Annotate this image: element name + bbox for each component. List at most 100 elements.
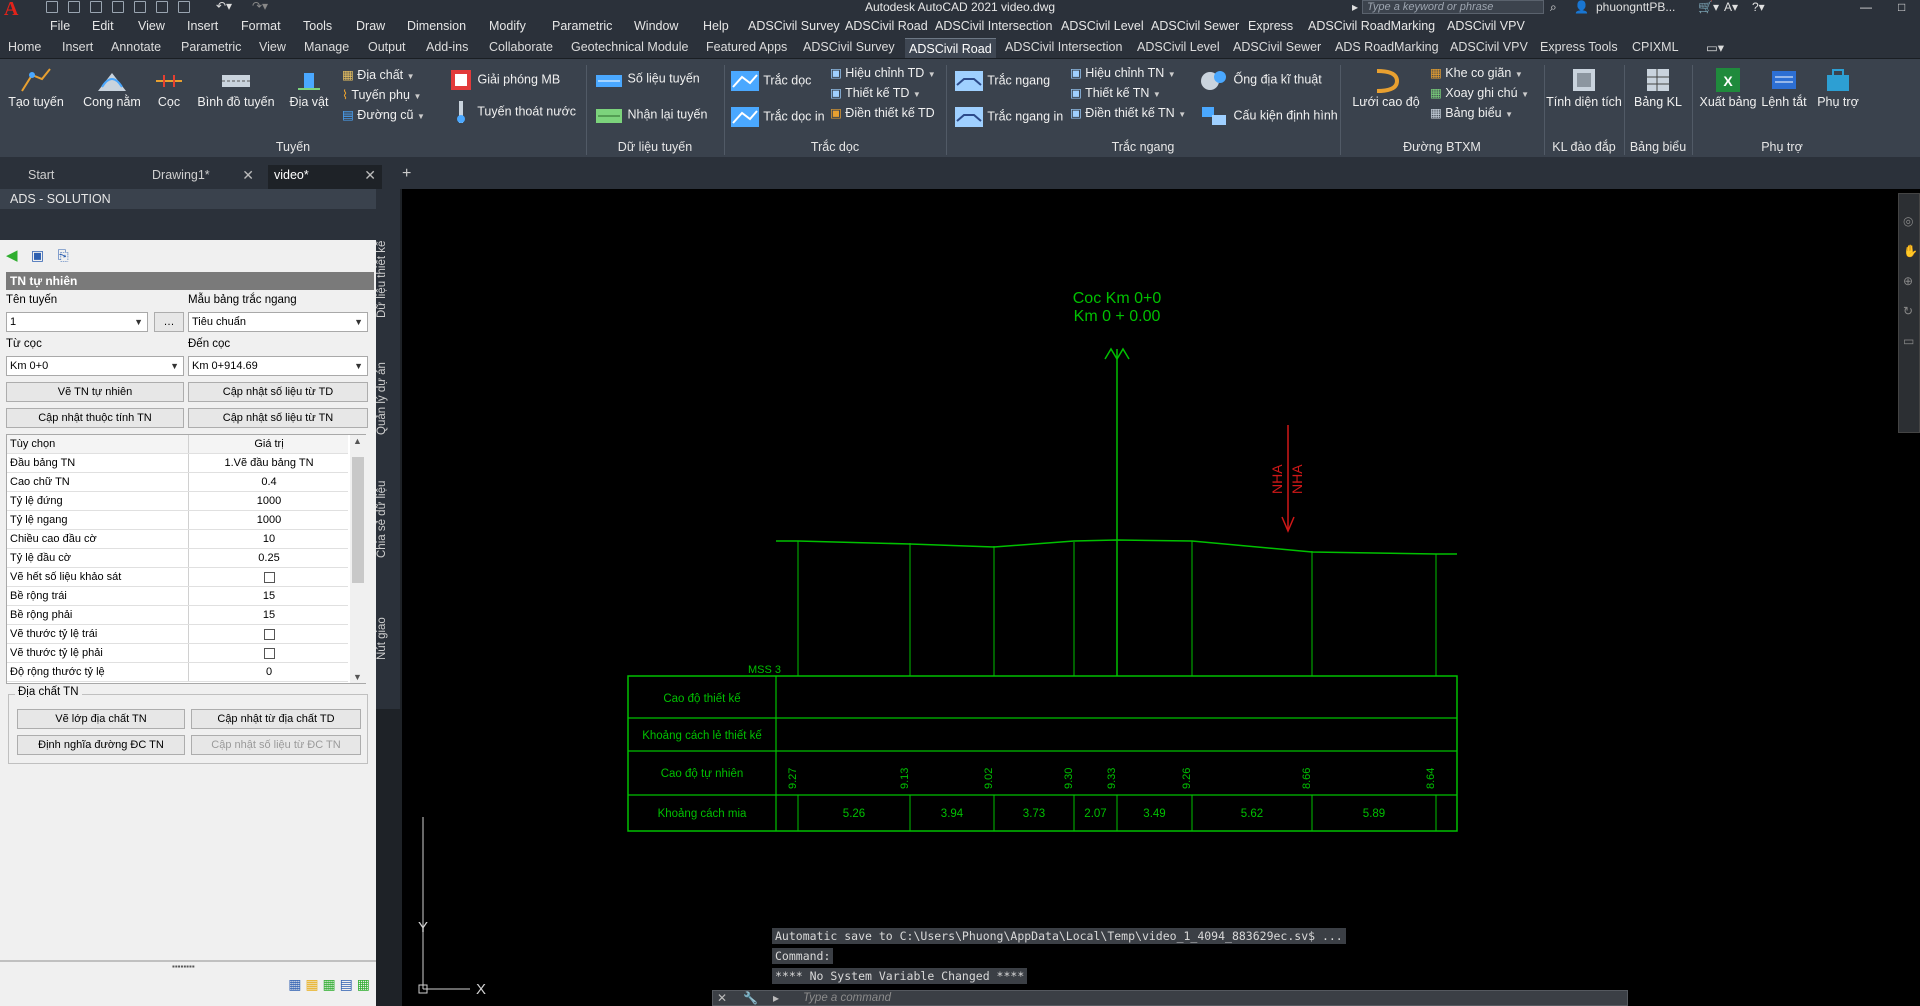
tab-chia-se-du-lieu[interactable]: Chia sẻ dữ liệu: [376, 469, 400, 569]
tu-coc-select[interactable]: Km 0+0 ▼: [6, 356, 184, 376]
trac-ngang-in-button[interactable]: Trắc ngang in: [954, 105, 1063, 129]
menu-adscivil-level[interactable]: ADSCivil Level: [1061, 19, 1144, 33]
doc-tab-drawing1[interactable]: Drawing1* ✕: [146, 165, 260, 189]
mau-bang-select[interactable]: Tiêu chuẩn ▼: [188, 312, 368, 332]
menu-dimension[interactable]: Dimension: [407, 19, 466, 33]
xoay-ghi-chu-button[interactable]: ▦ Xoay ghi chú ▼: [1430, 85, 1529, 100]
grid-row[interactable]: Vẽ thước tỷ lệ trái: [7, 625, 348, 644]
checkbox[interactable]: [263, 572, 275, 583]
back-icon[interactable]: ◀: [6, 247, 18, 264]
dia-vat-button[interactable]: Địa vật: [286, 65, 332, 109]
menu-edit[interactable]: Edit: [92, 19, 114, 33]
navigation-bar[interactable]: ◎ ✋ ⊕ ↻ ▭: [1898, 193, 1920, 433]
menu-view[interactable]: View: [138, 19, 165, 33]
table-icon[interactable]: ▤: [340, 976, 353, 992]
grid-row-value[interactable]: 15: [190, 590, 348, 602]
coc-button[interactable]: Cọc: [154, 65, 184, 109]
menu-modify[interactable]: Modify: [489, 19, 526, 33]
menu-adscivil-vpv[interactable]: ADSCivil VPV: [1447, 19, 1525, 33]
tuyen-phu-button[interactable]: ⌇ Tuyến phụ ▼: [342, 87, 421, 102]
menu-adscivil-roadmarking[interactable]: ADSCivil RoadMarking: [1308, 19, 1435, 33]
tab-quan-ly-du-an[interactable]: Quản lý dự án: [376, 349, 400, 449]
drawing-canvas[interactable]: Coc Km 0+0 Km 0 + 0.00 NHA NHA MSS 3 Cao…: [402, 189, 1920, 1006]
grid-row[interactable]: Đầu bảng TN 1.Vẽ đầu bảng TN: [7, 454, 348, 473]
grid-row[interactable]: Tỷ lệ đầu cờ 0.25: [7, 549, 348, 568]
cap-nhat-tn-button[interactable]: Cập nhật số liệu từ TN: [188, 408, 368, 428]
xuat-bang-button[interactable]: X Xuất bảng: [1696, 65, 1760, 109]
tab-insert[interactable]: Insert: [62, 40, 93, 54]
ve-lop-dia-chat-button[interactable]: Vẽ lớp địa chất TN: [17, 709, 185, 729]
doc-tab-video[interactable]: video* ✕: [268, 165, 382, 189]
grid-scrollbar[interactable]: ▲ ▼: [350, 435, 366, 683]
autodesk-a-icon[interactable]: A▾: [1724, 0, 1738, 14]
den-coc-select[interactable]: Km 0+914.69 ▼: [188, 356, 368, 376]
layer-icon[interactable]: ▦: [305, 976, 318, 992]
alignment-picker-button[interactable]: …: [154, 312, 184, 332]
import-icon[interactable]: ⎘: [57, 247, 68, 263]
menu-insert[interactable]: Insert: [187, 19, 218, 33]
binh-do-tuyen-button[interactable]: Bình đồ tuyến: [194, 65, 278, 109]
menu-adscivil-intersection[interactable]: ADSCivil Intersection: [935, 19, 1052, 33]
cong-nam-button[interactable]: Cong nằm: [80, 65, 144, 109]
tab-adscivil-sewer[interactable]: ADSCivil Sewer: [1233, 40, 1321, 54]
command-input[interactable]: ✕ 🔧 ▸ Type a command: [712, 990, 1628, 1006]
dien-thiet-ke-td-button[interactable]: ▣ Điền thiết kế TD: [830, 105, 935, 120]
tab-adscivil-road[interactable]: ADSCivil Road: [905, 38, 996, 58]
tab-addins[interactable]: Add-ins: [426, 40, 468, 54]
tab-view[interactable]: View: [259, 40, 286, 54]
so-lieu-tuyen-button[interactable]: Số liệu tuyến: [594, 67, 700, 91]
tab-featured-apps[interactable]: Featured Apps: [706, 40, 787, 54]
showmotion-icon[interactable]: ▭: [1903, 334, 1914, 348]
ong-dia-ki-thuat-button[interactable]: Ống địa kĩ thuật: [1198, 67, 1322, 93]
grid-row[interactable]: Bề rộng trái 15: [7, 587, 348, 606]
tinh-dien-tich-button[interactable]: Tính diện tích: [1546, 65, 1622, 109]
grid-row[interactable]: Cao chữ TN 0.4: [7, 473, 348, 492]
tab-nut-giao[interactable]: Nút giao: [376, 599, 400, 679]
trac-doc-button[interactable]: Trắc dọc: [730, 69, 811, 93]
dinh-nghia-duong-dc-button[interactable]: Định nghĩa đường ĐC TN: [17, 735, 185, 755]
ribbon-toggle-icon[interactable]: ▭▾: [1706, 40, 1724, 55]
menu-format[interactable]: Format: [241, 19, 281, 33]
road-icon[interactable]: ▦: [288, 976, 301, 992]
grid-row[interactable]: Chiều cao đầu cờ 10: [7, 530, 348, 549]
menu-adscivil-road[interactable]: ADSCivil Road: [845, 19, 928, 33]
trac-doc-in-button[interactable]: Trắc dọc in: [730, 105, 825, 129]
bang-bieu-button[interactable]: ▦ Bảng biểu ▼: [1430, 105, 1513, 120]
hieu-chinh-tn-button[interactable]: ▣ Hiệu chỉnh TN ▼: [1070, 65, 1176, 80]
zoom-icon[interactable]: ⊕: [1903, 274, 1913, 288]
menu-window[interactable]: Window: [634, 19, 678, 33]
grid-row-value[interactable]: 10: [190, 533, 348, 545]
grid-row-value[interactable]: [190, 571, 348, 586]
new-tab-icon[interactable]: +: [402, 165, 411, 183]
tab-du-lieu-thiet-ke[interactable]: Dữ liệu thiết kế: [376, 229, 400, 329]
tab-ads-roadmarking[interactable]: ADS RoadMarking: [1335, 40, 1439, 54]
close-icon[interactable]: ✕: [242, 165, 254, 185]
tao-tuyen-button[interactable]: Tạo tuyến: [8, 65, 64, 109]
hieu-chinh-td-button[interactable]: ▣ Hiệu chỉnh TD ▼: [830, 65, 936, 80]
help-icon[interactable]: ?▾: [1752, 0, 1765, 14]
luoi-cao-do-button[interactable]: Lưới cao độ: [1346, 65, 1426, 109]
grid-row[interactable]: Bề rộng phải 15: [7, 606, 348, 625]
save-icon[interactable]: ▣: [31, 247, 44, 263]
tab-geotechnical[interactable]: Geotechnical Module: [571, 40, 688, 54]
lenh-tat-button[interactable]: Lệnh tắt: [1760, 65, 1808, 109]
tab-home[interactable]: Home: [8, 40, 41, 54]
tab-output[interactable]: Output: [368, 40, 406, 54]
grid-row[interactable]: Độ rộng thước tỷ lệ 0: [7, 663, 348, 682]
menu-adscivil-sewer[interactable]: ADSCivil Sewer: [1151, 19, 1239, 33]
menu-tools[interactable]: Tools: [303, 19, 332, 33]
search-arrow-icon[interactable]: ▸: [1352, 0, 1358, 14]
search-input[interactable]: Type a keyword or phrase: [1362, 0, 1544, 14]
ve-tn-button[interactable]: Vẽ TN tự nhiên: [6, 382, 184, 402]
menu-adscivil-survey[interactable]: ADSCivil Survey: [748, 19, 840, 33]
tab-adscivil-level[interactable]: ADSCivil Level: [1137, 40, 1220, 54]
tab-express-tools[interactable]: Express Tools: [1540, 40, 1618, 54]
nhan-lai-tuyen-button[interactable]: Nhận lại tuyến: [594, 103, 707, 127]
grid-row[interactable]: Vẽ thước tỷ lệ phải: [7, 644, 348, 663]
menu-help[interactable]: Help: [703, 19, 729, 33]
grid-row-value[interactable]: 1.Vẽ đầu bảng TN: [190, 457, 348, 469]
checkbox[interactable]: [263, 629, 275, 640]
doc-tab-start[interactable]: Start: [22, 165, 142, 189]
cart-icon[interactable]: 🛒▾: [1698, 0, 1719, 14]
menu-express[interactable]: Express: [1248, 19, 1293, 33]
